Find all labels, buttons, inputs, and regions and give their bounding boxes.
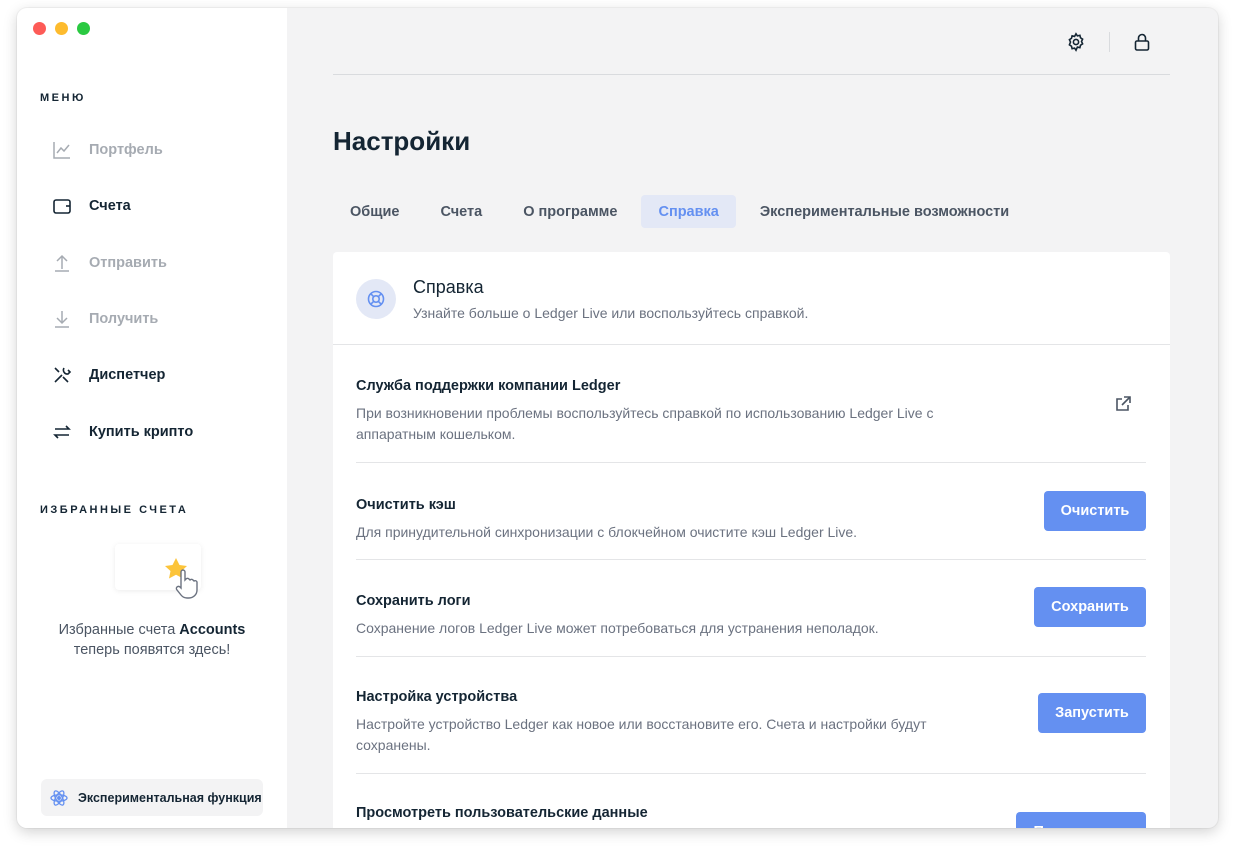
lifebuoy-icon — [356, 279, 396, 319]
row-title: Служба поддержки компании Ledger — [356, 378, 621, 394]
user-data-row: Просмотреть пользовательские данные Прос… — [356, 774, 1146, 828]
gear-icon — [1066, 32, 1086, 52]
help-card-title: Справка — [413, 277, 484, 297]
favorites-title: ИЗБРАННЫЕ СЧЕТА — [40, 504, 189, 516]
tools-icon — [51, 364, 73, 386]
sidebar-item-label: Счета — [89, 198, 131, 215]
favorites-empty-text: Избранные счета Accounts теперь появятся… — [37, 620, 267, 660]
experimental-feature-label: Экспериментальная функция — [78, 790, 262, 805]
help-card-header: Справка Узнайте больше о Ledger Live или… — [333, 252, 1170, 345]
zoom-window-button[interactable] — [77, 22, 90, 35]
sidebar-item-label: Купить крипто — [89, 423, 194, 440]
sidebar-item-label: Получить — [89, 311, 159, 328]
window-controls — [33, 22, 90, 35]
sidebar-item-manager[interactable]: Диспетчер — [17, 347, 287, 403]
tab-experimental[interactable]: Экспериментальные возможности — [743, 195, 1026, 228]
clear-cache-row: Очистить кэш Для принудительной синхрони… — [356, 463, 1146, 560]
exchange-icon — [51, 421, 73, 443]
minimize-window-button[interactable] — [55, 22, 68, 35]
help-card: Справка Узнайте больше о Ledger Live или… — [333, 252, 1170, 828]
arrow-down-icon — [51, 308, 73, 330]
close-window-button[interactable] — [33, 22, 46, 35]
settings-tabs: Общие Счета О программе Справка Эксперим… — [333, 195, 1033, 228]
favorites-text-part: теперь появятся здесь! — [73, 642, 231, 658]
tab-help[interactable]: Справка — [641, 195, 736, 228]
row-description: Сохранение логов Ledger Live может потре… — [356, 620, 879, 636]
star-pointer-icon — [165, 558, 198, 599]
save-logs-button[interactable]: Сохранить — [1034, 587, 1146, 627]
row-description: Для принудительной синхронизации с блокч… — [356, 524, 858, 540]
sidebar-item-label: Отправить — [89, 254, 167, 271]
lock-button[interactable] — [1130, 30, 1154, 54]
sidebar-item-portfolio[interactable]: Портфель — [17, 122, 287, 178]
help-card-description: Узнайте больше о Ledger Live или восполь… — [413, 305, 809, 321]
experimental-feature-badge[interactable]: Экспериментальная функция — [41, 779, 263, 816]
clear-cache-button[interactable]: Очистить — [1044, 491, 1146, 531]
page-title: Настройки — [333, 126, 471, 156]
device-setup-button[interactable]: Запустить — [1038, 693, 1146, 733]
sidebar-item-send[interactable]: Отправить — [17, 235, 287, 291]
sidebar-item-accounts[interactable]: Счета — [17, 178, 287, 234]
arrow-up-icon — [51, 252, 73, 274]
device-setup-row: Настройка устройства Настройте устройств… — [356, 657, 1146, 774]
row-title: Сохранить логи — [356, 593, 471, 609]
sidebar-nav: Портфель Счета Отправить Получить Диспет… — [17, 122, 287, 460]
external-link-icon[interactable] — [1114, 395, 1132, 413]
wallet-icon — [51, 195, 73, 217]
menu-title: МЕНЮ — [40, 92, 86, 104]
atom-icon — [49, 788, 69, 808]
topbar-divider — [1109, 32, 1110, 52]
favorites-illustration — [105, 544, 215, 608]
main-content: Настройки Общие Счета О программе Справк… — [287, 8, 1218, 828]
row-description: Настройте устройство Ledger как новое ил… — [356, 716, 927, 753]
sidebar-item-label: Портфель — [89, 142, 163, 159]
row-description: При возникновении проблемы воспользуйтес… — [356, 405, 934, 442]
tab-about[interactable]: О программе — [506, 195, 634, 228]
view-user-data-button[interactable]: Просмотреть — [1016, 812, 1146, 828]
sidebar: МЕНЮ Портфель Счета Отправить Получить Д… — [17, 8, 287, 828]
settings-button[interactable] — [1064, 30, 1088, 54]
save-logs-row: Сохранить логи Сохранение логов Ledger L… — [356, 560, 1146, 657]
tab-general[interactable]: Общие — [333, 195, 416, 228]
tab-accounts[interactable]: Счета — [423, 195, 499, 228]
chart-line-icon — [51, 139, 73, 161]
support-row: Служба поддержки компании Ledger При воз… — [356, 345, 1146, 463]
sidebar-item-buy-crypto[interactable]: Купить крипто — [17, 403, 287, 459]
row-title: Просмотреть пользовательские данные — [356, 805, 648, 821]
row-title: Настройка устройства — [356, 689, 518, 705]
row-title: Очистить кэш — [356, 497, 456, 513]
sidebar-item-receive[interactable]: Получить — [17, 291, 287, 347]
favorites-text-bold: Accounts — [179, 622, 246, 638]
sidebar-item-label: Диспетчер — [89, 367, 166, 384]
topbar-divider-line — [333, 74, 1170, 75]
app-window: МЕНЮ Портфель Счета Отправить Получить Д… — [17, 8, 1218, 828]
favorites-text-part: Избранные счета — [58, 622, 180, 638]
lock-icon — [1132, 32, 1152, 52]
